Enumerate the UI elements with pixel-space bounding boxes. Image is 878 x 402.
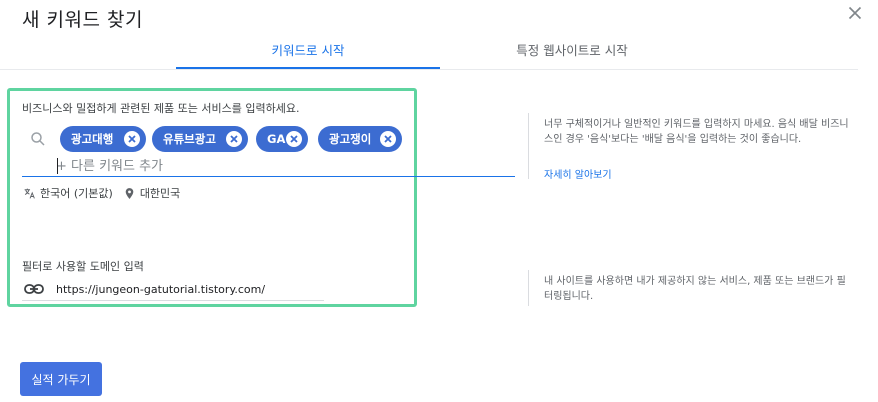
translate-icon	[22, 186, 36, 200]
keyword-chip-label: 광고대행	[71, 132, 114, 146]
keyword-chip-label: 유튜브광고	[163, 132, 216, 146]
keyword-input-underline	[22, 176, 515, 177]
keywords-help-text: 너무 구체적이거나 일반적인 키워드를 입력하지 마세요. 음식 배달 비즈니스…	[544, 119, 849, 145]
keyword-chip-label: GA	[267, 132, 286, 146]
domain-filter-label: 필터로 사용할 도메인 입력	[22, 260, 144, 273]
help-divider	[528, 113, 529, 179]
domain-input[interactable]	[56, 281, 324, 297]
search-icon	[29, 130, 47, 148]
learn-more-link[interactable]: 자세히 알아보기	[544, 166, 612, 181]
keyword-chip[interactable]: 유튜브광고	[152, 126, 248, 152]
location-pin-icon	[123, 186, 137, 200]
domain-help-text: 내 사이트를 사용하면 내가 제공하지 않는 서비스, 제품 또는 브랜드가 필…	[544, 276, 846, 302]
help-divider	[528, 270, 529, 306]
tab-start-with-website[interactable]: 특정 웹사이트로 시작	[440, 40, 704, 59]
language-selector[interactable]: 한국어 (기본값)	[40, 185, 113, 201]
chip-remove-icon[interactable]	[226, 131, 242, 147]
close-icon	[848, 6, 862, 20]
chip-remove-icon[interactable]	[286, 131, 302, 147]
get-results-button[interactable]: 실적 가두기	[20, 362, 102, 396]
keywords-prompt: 비즈니스와 밀접하게 관련된 제품 또는 서비스를 입력하세요.	[22, 102, 300, 115]
keyword-input[interactable]	[56, 156, 356, 176]
chip-remove-icon[interactable]	[380, 131, 396, 147]
close-button[interactable]	[844, 2, 866, 24]
dialog-title: 새 키워드 찾기	[22, 9, 143, 31]
text-caret	[57, 158, 58, 174]
keyword-chip[interactable]: GA	[256, 126, 308, 152]
tab-start-with-keywords[interactable]: 키워드로 시작	[176, 40, 440, 59]
location-selector[interactable]: 대한민국	[140, 185, 180, 201]
keyword-chip-label: 광고쟁이	[329, 132, 372, 146]
keyword-chip[interactable]: 광고대행	[60, 126, 146, 152]
chip-remove-icon[interactable]	[124, 131, 140, 147]
domain-input-underline	[22, 300, 324, 301]
tabs-divider	[0, 69, 858, 70]
link-icon	[24, 281, 44, 295]
keyword-chip[interactable]: 광고쟁이	[318, 126, 402, 152]
tab-bar: 키워드로 시작 특정 웹사이트로 시작	[0, 30, 878, 70]
language-location-row: 한국어 (기본값) 대한민국	[22, 186, 180, 200]
